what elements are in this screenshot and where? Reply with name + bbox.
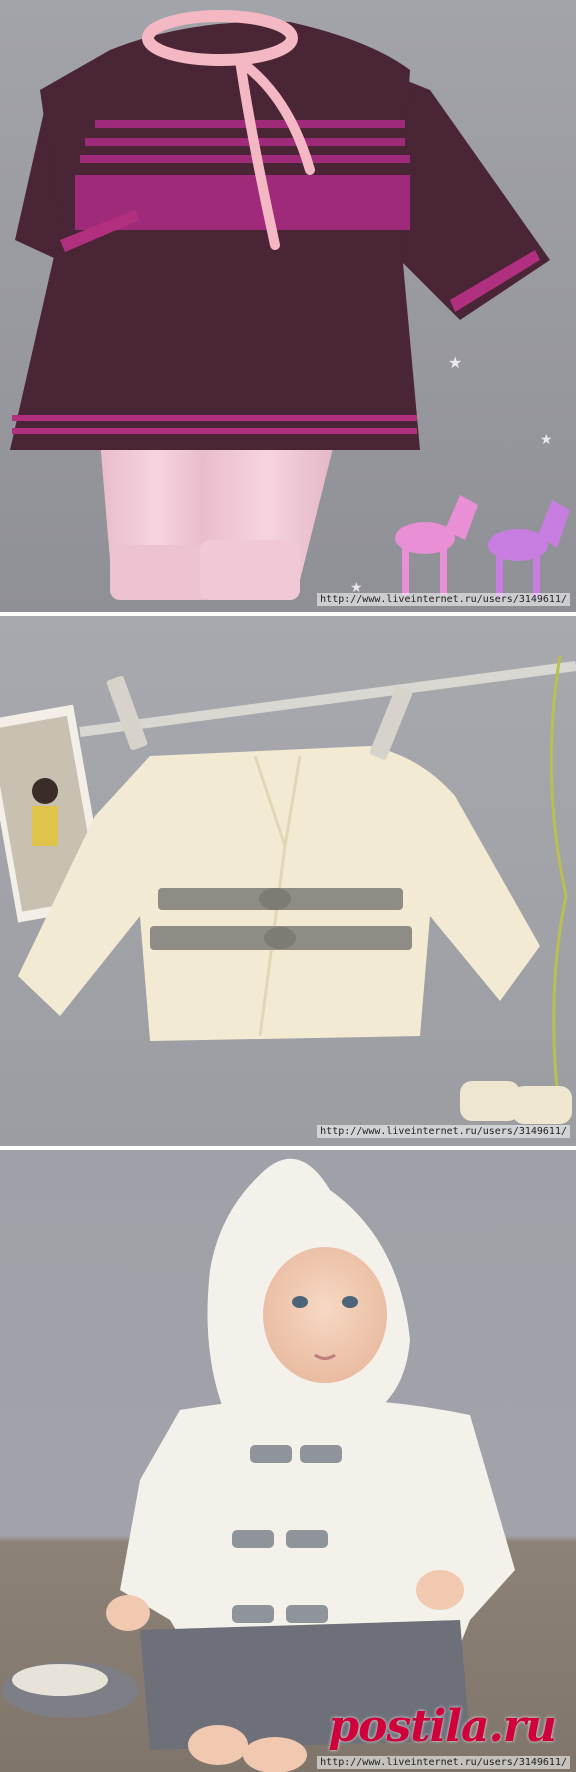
- watermark-url: http://www.liveinternet.ru/users/3149611…: [317, 593, 570, 606]
- star-icon: ★: [540, 432, 553, 448]
- watermark-url: http://www.liveinternet.ru/users/3149611…: [317, 1125, 570, 1138]
- star-icon: ★: [448, 353, 462, 372]
- dress-photo: ★ ★ ★: [0, 0, 576, 612]
- dress-photo-panel: ★ ★ ★ http://www.liveinternet.ru/users/3…: [0, 0, 576, 612]
- photo-collage: ★ ★ ★ http://www.liveinternet.ru/users/3…: [0, 0, 576, 1772]
- baby-photo: [0, 1150, 576, 1772]
- postila-logo: postila.ru: [328, 1701, 557, 1752]
- jacket-photo: [0, 616, 576, 1146]
- toggle-button: [259, 888, 291, 910]
- baby-photo-panel: postila.ru http://www.liveinternet.ru/us…: [0, 1150, 576, 1772]
- pink-leggings: [100, 440, 335, 600]
- knit-booties: [460, 1081, 572, 1124]
- toggle-button: [264, 927, 296, 949]
- jacket-photo-panel: http://www.liveinternet.ru/users/3149611…: [0, 616, 576, 1146]
- baby-face: [263, 1247, 387, 1383]
- watermark-url: http://www.liveinternet.ru/users/3149611…: [317, 1756, 570, 1769]
